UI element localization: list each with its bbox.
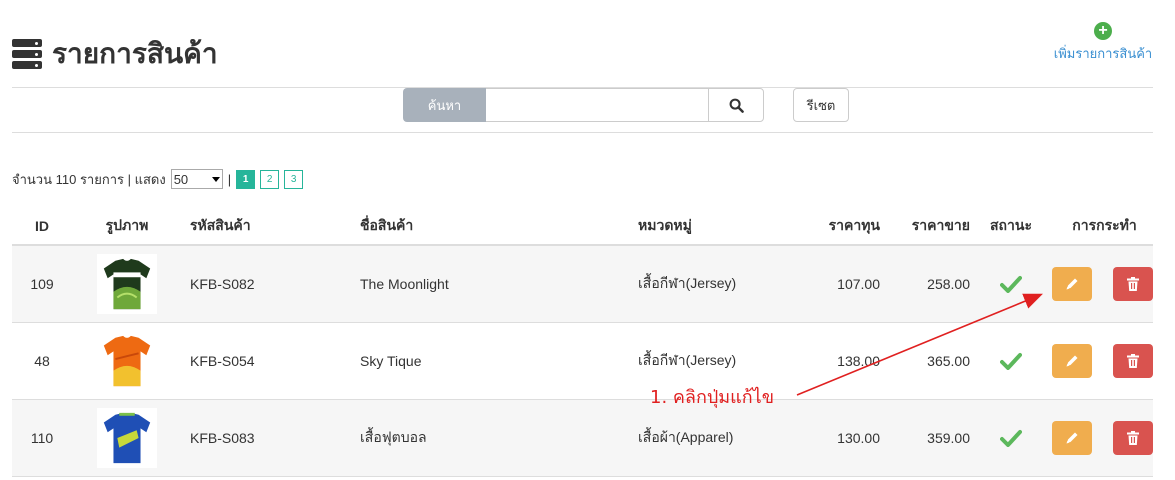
search-input[interactable] (486, 88, 708, 122)
cell-status (972, 352, 1050, 370)
product-thumbnail (97, 408, 157, 468)
table-row: 48 KFB-S054 Sky Tique เสื้อกีฬา(Jersey) … (12, 323, 1153, 400)
cell-name: Sky Tique (360, 353, 422, 369)
plus-circle-icon: + (1094, 22, 1112, 40)
page-title: รายการสินค้า (52, 37, 218, 70)
jersey-image (103, 412, 151, 464)
check-icon (1000, 353, 1022, 370)
jersey-image (103, 258, 151, 310)
cell-cost: 107.00 (837, 276, 880, 292)
add-product-link[interactable]: + เพิ่มรายการสินค้า (1053, 22, 1153, 64)
cell-code: KFB-S083 (190, 430, 255, 446)
cell-image (72, 254, 182, 314)
reset-button[interactable]: รีเซต (793, 88, 849, 122)
add-product-label: เพิ่มรายการสินค้า (1053, 46, 1153, 61)
cell-code: KFB-S082 (190, 276, 255, 292)
pencil-icon (1066, 278, 1078, 290)
column-header-name: ชื่อสินค้า (360, 217, 414, 233)
cell-price: 258.00 (927, 276, 970, 292)
column-header-category: หมวดหมู่ (638, 217, 692, 233)
list-summary: จำนวน 110 รายการ | แสดง 50 | 1 2 3 (12, 168, 304, 190)
trash-icon (1127, 277, 1139, 291)
column-header-id: ID (35, 218, 49, 234)
delete-button[interactable] (1113, 421, 1153, 455)
column-header-image: รูปภาพ (105, 217, 149, 233)
table-header: ID รูปภาพ รหัสสินค้า ชื่อสินค้า หมวดหมู่… (12, 208, 1153, 246)
cell-cost: 138.00 (837, 353, 880, 369)
page-button-2[interactable]: 2 (260, 169, 280, 189)
delete-button[interactable] (1113, 344, 1153, 378)
cell-status (972, 275, 1050, 293)
search-icon (729, 98, 744, 113)
cell-id: 48 (34, 353, 50, 369)
chevron-down-icon (211, 176, 220, 182)
cell-id: 110 (30, 430, 54, 446)
column-header-code: รหัสสินค้า (190, 217, 251, 233)
cell-name: The Moonlight (360, 276, 449, 292)
per-page-value: 50 (173, 171, 189, 187)
cell-price: 359.00 (927, 430, 970, 446)
search-addon-label: ค้นหา (403, 88, 486, 122)
cell-category: เสื้อผ้า(Apparel) (638, 429, 734, 445)
page-header: รายการสินค้า (12, 34, 218, 74)
column-header-status: สถานะ (990, 217, 1032, 233)
cell-name: เสื้อฟุตบอล (360, 429, 427, 445)
column-header-actions: การกระทำ (1072, 217, 1137, 233)
cell-actions (1050, 344, 1153, 378)
cell-category: เสื้อกีฬา(Jersey) (638, 352, 737, 368)
delete-button[interactable] (1113, 267, 1153, 301)
cell-image (72, 408, 182, 468)
pencil-icon (1066, 355, 1078, 367)
edit-button[interactable] (1052, 421, 1092, 455)
check-icon (1000, 276, 1022, 293)
per-page-select[interactable]: 50 (170, 169, 223, 189)
page-button-3[interactable]: 3 (284, 169, 304, 189)
column-header-price: ราคาขาย (911, 217, 970, 233)
cell-cost: 130.00 (837, 430, 880, 446)
cell-id: 109 (30, 276, 54, 292)
separator: | (227, 171, 232, 187)
table-row: 109 KFB-S082 The Moonlight เสื้อกีฬา(Jer… (12, 246, 1153, 323)
cell-actions (1050, 267, 1153, 301)
annotation-label: 1. คลิกปุ่มแก้ไข (650, 387, 775, 408)
cell-code: KFB-S054 (190, 353, 255, 369)
product-thumbnail (97, 254, 157, 314)
cell-actions (1050, 421, 1153, 455)
cell-image (72, 331, 182, 391)
trash-icon (1127, 431, 1139, 445)
trash-icon (1127, 354, 1139, 368)
search-group: ค้นหา (403, 88, 764, 122)
product-thumbnail (97, 331, 157, 391)
pencil-icon (1066, 432, 1078, 444)
cell-status (972, 429, 1050, 447)
list-icon (12, 39, 42, 69)
product-table: ID รูปภาพ รหัสสินค้า ชื่อสินค้า หมวดหมู่… (12, 208, 1153, 477)
table-row: 110 KFB-S083 เสื้อฟุตบอล เสื้อผ้า(Appare… (12, 400, 1153, 477)
search-button[interactable] (708, 88, 764, 122)
search-divider (12, 132, 1153, 133)
cell-price: 365.00 (927, 353, 970, 369)
edit-button[interactable] (1052, 344, 1092, 378)
cell-category: เสื้อกีฬา(Jersey) (638, 275, 737, 291)
page-button-1[interactable]: 1 (236, 169, 256, 189)
column-header-cost: ราคาทุน (828, 217, 880, 233)
check-icon (1000, 430, 1022, 447)
record-count: จำนวน 110 รายการ | แสดง (12, 171, 166, 187)
jersey-image (103, 335, 151, 387)
edit-button[interactable] (1052, 267, 1092, 301)
